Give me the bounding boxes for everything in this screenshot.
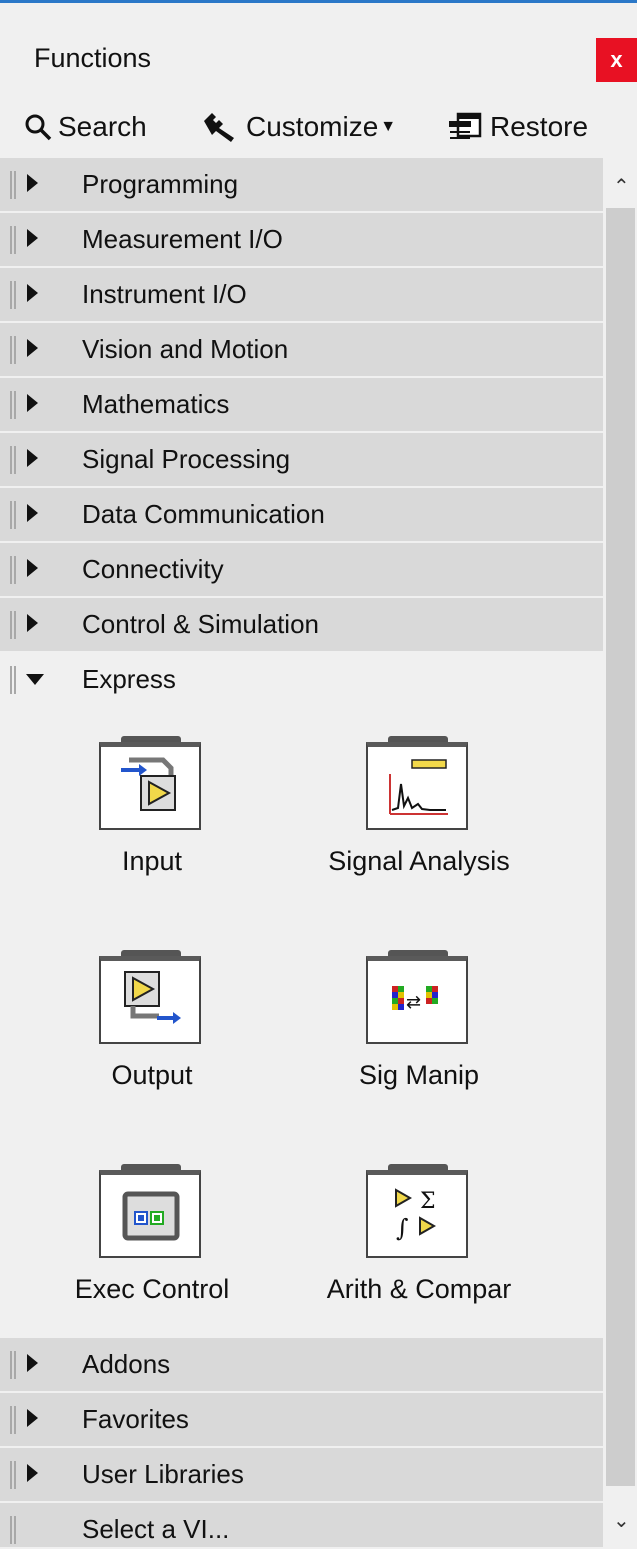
- expand-arrow-icon[interactable]: [27, 1354, 38, 1372]
- category-label: Signal Processing: [82, 444, 291, 474]
- caret-down-icon: ▼: [380, 118, 397, 135]
- item-label: Signal Analysis: [328, 846, 510, 876]
- express-item-input[interactable]: Input: [42, 736, 262, 906]
- arith-compar-icon: Σ ∫: [366, 1164, 472, 1260]
- scrollbar-thumb[interactable]: [606, 208, 635, 1486]
- drag-grip-icon[interactable]: [10, 1351, 16, 1379]
- drag-grip-icon[interactable]: [10, 226, 16, 254]
- sig-manip-icon: ⇄: [366, 950, 472, 1046]
- collapse-arrow-icon[interactable]: [26, 674, 44, 685]
- expand-arrow-icon[interactable]: [27, 339, 38, 357]
- category-connectivity[interactable]: Connectivity: [0, 543, 603, 598]
- drag-grip-icon[interactable]: [10, 556, 16, 584]
- drag-grip-icon[interactable]: [10, 336, 16, 364]
- category-label: Addons: [82, 1349, 171, 1379]
- output-icon: [99, 950, 205, 1046]
- category-instrument-io[interactable]: Instrument I/O: [0, 268, 603, 323]
- scroll-down-icon[interactable]: ⌄: [613, 1508, 630, 1533]
- category-addons[interactable]: Addons: [0, 1338, 603, 1393]
- drag-grip-icon[interactable]: [10, 446, 16, 474]
- svg-text:Σ: Σ: [420, 1189, 436, 1214]
- expand-arrow-icon[interactable]: [27, 1464, 38, 1482]
- category-label: Mathematics: [82, 389, 230, 419]
- restore-button[interactable]: Restore: [446, 106, 588, 148]
- category-label: Programming: [82, 169, 239, 199]
- close-button[interactable]: x: [596, 38, 637, 82]
- category-express[interactable]: Express: [0, 653, 603, 708]
- category-label: Control & Simulation: [82, 609, 319, 639]
- drag-grip-icon[interactable]: [10, 281, 16, 309]
- wrench-icon: [200, 111, 240, 143]
- item-label: Sig Manip: [358, 1060, 480, 1090]
- expand-arrow-icon[interactable]: [27, 614, 38, 632]
- category-label: User Libraries: [82, 1459, 244, 1489]
- search-label: Search: [58, 111, 147, 142]
- expand-arrow-icon[interactable]: [27, 1409, 38, 1427]
- drag-grip-icon[interactable]: [10, 171, 16, 199]
- drag-grip-icon[interactable]: [10, 391, 16, 419]
- drag-grip-icon[interactable]: [10, 1516, 16, 1544]
- express-item-arith-compar[interactable]: Σ ∫ Arith & Compar: [309, 1164, 529, 1334]
- item-label: Input: [121, 846, 183, 876]
- category-label: Favorites: [82, 1404, 189, 1434]
- select-a-vi-item[interactable]: Select a VI...: [0, 1503, 603, 1549]
- category-label: Express: [82, 664, 176, 694]
- category-vision-and-motion[interactable]: Vision and Motion: [0, 323, 603, 378]
- input-icon: [99, 736, 205, 832]
- customize-button[interactable]: Customize ▼: [200, 106, 396, 148]
- customize-label: Customize: [246, 111, 379, 142]
- expand-arrow-icon[interactable]: [27, 504, 38, 522]
- category-user-libraries[interactable]: User Libraries: [0, 1448, 603, 1503]
- expand-arrow-icon[interactable]: [27, 174, 38, 192]
- category-label: Connectivity: [82, 554, 224, 584]
- expand-arrow-icon[interactable]: [27, 229, 38, 247]
- express-item-exec-control[interactable]: Exec Control: [42, 1164, 262, 1334]
- svg-text:∫: ∫: [396, 1214, 409, 1242]
- category-mathematics[interactable]: Mathematics: [0, 378, 603, 433]
- category-label: Vision and Motion: [82, 334, 289, 364]
- category-control-simulation[interactable]: Control & Simulation: [0, 598, 603, 653]
- category-data-communication[interactable]: Data Communication: [0, 488, 603, 543]
- svg-text:⇄: ⇄: [406, 992, 421, 1013]
- express-item-sig-manip[interactable]: ⇄ Sig Manip: [309, 950, 529, 1120]
- vertical-scrollbar[interactable]: ⌃ ⌄: [603, 158, 637, 1547]
- signal-analysis-icon: [366, 736, 472, 832]
- express-item-output[interactable]: Output: [42, 950, 262, 1120]
- drag-grip-icon[interactable]: [10, 1406, 16, 1434]
- search-icon: [24, 113, 52, 141]
- category-label: Instrument I/O: [82, 279, 247, 309]
- category-label: Measurement I/O: [82, 224, 283, 254]
- category-signal-processing[interactable]: Signal Processing: [0, 433, 603, 488]
- restore-icon: [446, 112, 484, 142]
- category-measurement-io[interactable]: Measurement I/O: [0, 213, 603, 268]
- restore-label: Restore: [490, 111, 589, 142]
- expand-arrow-icon[interactable]: [27, 559, 38, 577]
- item-label: Output: [111, 1060, 193, 1090]
- item-label: Arith & Compar: [326, 1274, 512, 1304]
- expand-arrow-icon[interactable]: [27, 394, 38, 412]
- category-label: Data Communication: [82, 499, 325, 529]
- drag-grip-icon[interactable]: [10, 501, 16, 529]
- category-favorites[interactable]: Favorites: [0, 1393, 603, 1448]
- palette-list: Programming Measurement I/O Instrument I…: [0, 158, 603, 1549]
- search-button[interactable]: Search: [24, 106, 147, 148]
- item-label: Exec Control: [74, 1274, 230, 1304]
- express-item-signal-analysis[interactable]: Signal Analysis: [309, 736, 529, 906]
- exec-control-icon: [99, 1164, 205, 1260]
- expand-arrow-icon[interactable]: [27, 449, 38, 467]
- expand-arrow-icon[interactable]: [27, 284, 38, 302]
- category-programming[interactable]: Programming: [0, 158, 603, 213]
- scroll-up-icon[interactable]: ⌃: [613, 174, 630, 199]
- category-label: Select a VI...: [82, 1514, 230, 1544]
- drag-grip-icon[interactable]: [10, 611, 16, 639]
- toolbar: Search Customize ▼ Restore: [0, 98, 637, 156]
- title-bar: Functions x: [0, 3, 637, 95]
- drag-grip-icon[interactable]: [10, 1461, 16, 1489]
- drag-grip-icon[interactable]: [10, 666, 16, 694]
- window-title: Functions: [34, 43, 152, 73]
